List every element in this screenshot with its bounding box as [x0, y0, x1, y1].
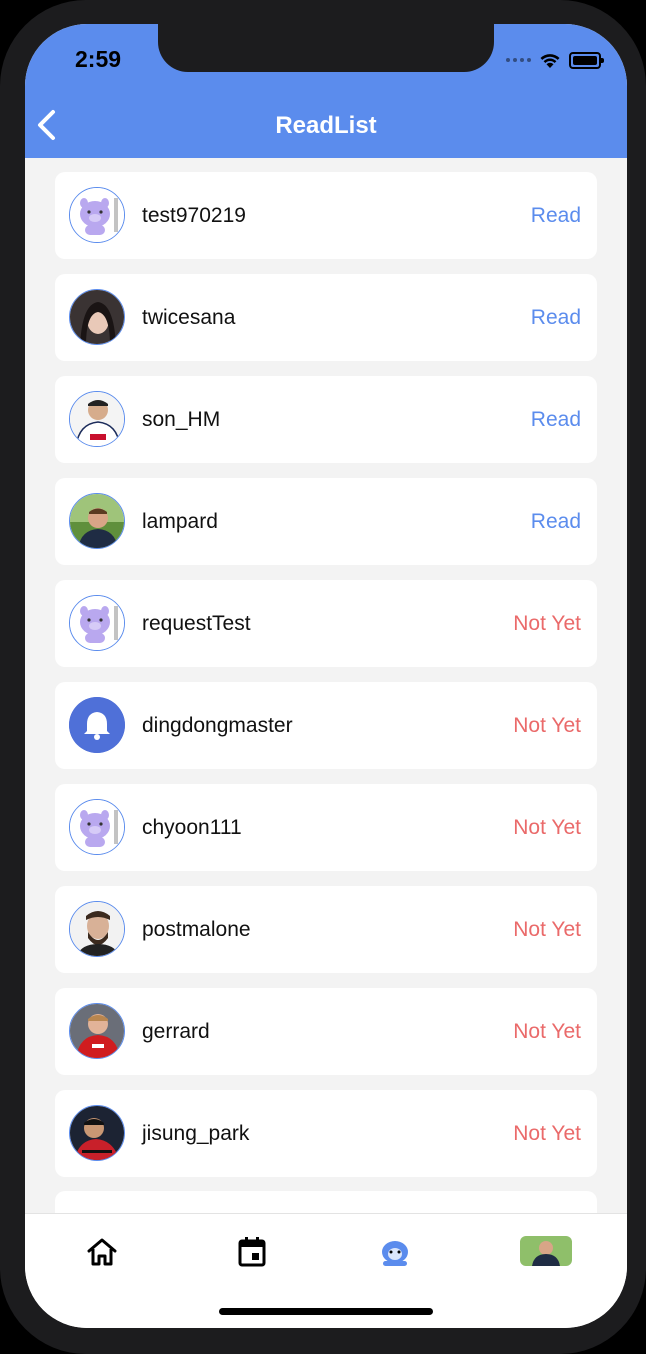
device-notch [158, 24, 494, 72]
user-name: son_HM [142, 408, 221, 431]
avatar-pig [69, 595, 125, 651]
user-name: twicesana [142, 306, 236, 329]
user-name: test970219 [142, 204, 246, 227]
list-item[interactable]: test970219 Read [55, 172, 597, 259]
navigation-header: 2:59 ReadList [25, 24, 627, 158]
list-item[interactable]: twicesana Read [55, 274, 597, 361]
calendar-icon[interactable] [234, 1236, 270, 1268]
list-item[interactable]: dingdongmaster Not Yet [55, 682, 597, 769]
read-list: test970219 Read twicesana Read son_HM Re… [55, 172, 597, 1192]
list-item[interactable]: lampard Read [55, 478, 597, 565]
list-item[interactable]: jisung_park Not Yet [55, 1090, 597, 1177]
screen: 2:59 ReadList test970219 Read twicesana … [25, 24, 627, 1328]
read-status: Read [530, 204, 581, 227]
user-name: lampard [142, 510, 218, 533]
list-item[interactable]: gerrard Not Yet [55, 988, 597, 1075]
status-icons [506, 50, 604, 70]
mascot-icon[interactable] [377, 1236, 413, 1268]
bell-icon [69, 697, 125, 753]
status-time: 2:59 [75, 46, 122, 72]
user-name: dingdongmaster [142, 714, 293, 737]
cellular-signal-icon [506, 58, 531, 62]
profile-avatar[interactable] [520, 1236, 572, 1266]
avatar-photo [69, 901, 125, 957]
avatar-photo [69, 493, 125, 549]
avatar-pig [69, 187, 125, 243]
list-item[interactable]: postmalone Not Yet [55, 886, 597, 973]
home-indicator[interactable] [219, 1308, 433, 1315]
phone-frame: 2:59 ReadList test970219 Read twicesana … [0, 0, 646, 1354]
list-item[interactable]: son_HM Read [55, 376, 597, 463]
read-status: Not Yet [513, 1122, 581, 1145]
read-status: Read [530, 510, 581, 533]
user-name: requestTest [142, 612, 251, 635]
battery-icon [569, 51, 604, 69]
read-status: Read [530, 306, 581, 329]
avatar-photo [69, 1003, 125, 1059]
user-name: chyoon111 [142, 816, 242, 839]
page-title: ReadList [275, 112, 377, 139]
read-status: Not Yet [513, 612, 581, 635]
avatar-photo [69, 1105, 125, 1161]
user-name: gerrard [142, 1020, 210, 1043]
home-icon[interactable] [84, 1236, 120, 1268]
avatar-photo [69, 391, 125, 447]
user-name: postmalone [142, 918, 251, 941]
read-status: Not Yet [513, 1020, 581, 1043]
avatar-pig [69, 799, 125, 855]
avatar-photo [69, 289, 125, 345]
user-name: jisung_park [142, 1122, 250, 1145]
list-item[interactable]: requestTest Not Yet [55, 580, 597, 667]
read-status: Not Yet [513, 816, 581, 839]
read-status: Not Yet [513, 918, 581, 941]
read-status: Not Yet [513, 714, 581, 737]
read-status: Read [530, 408, 581, 431]
wifi-icon [540, 53, 560, 68]
list-item[interactable]: chyoon111 Not Yet [55, 784, 597, 871]
